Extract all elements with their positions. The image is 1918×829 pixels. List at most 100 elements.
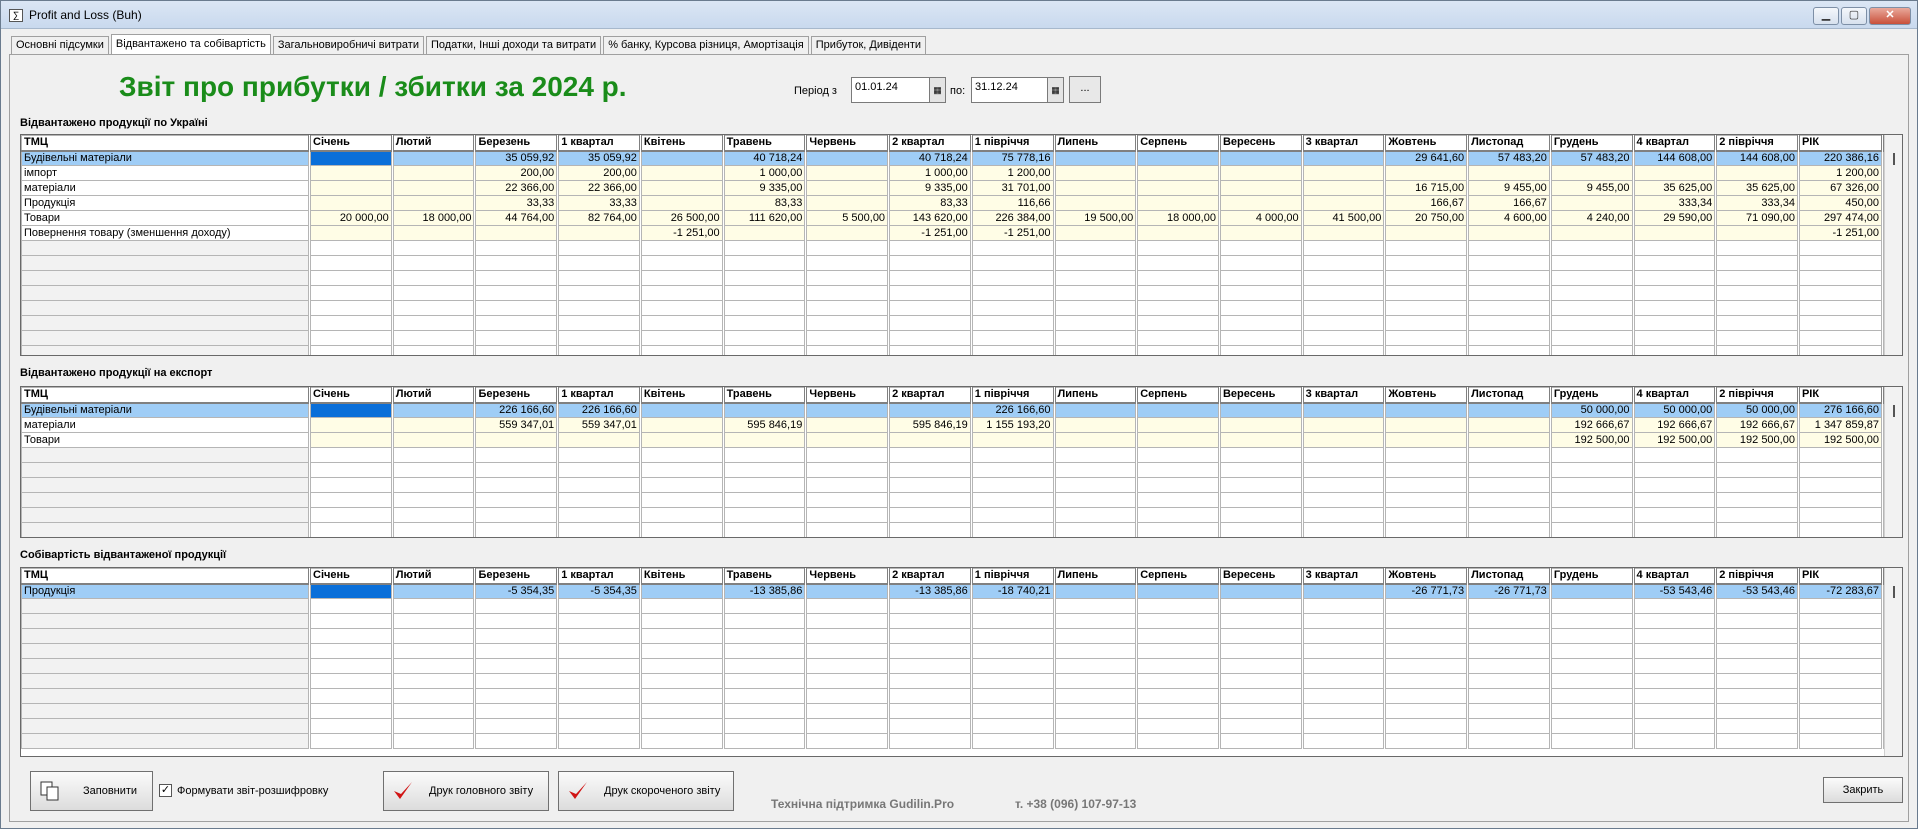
table-cell[interactable] (639, 432, 725, 448)
table-cell[interactable] (557, 477, 642, 493)
vertical-scrollbar[interactable] (1884, 387, 1902, 537)
column-header[interactable]: Квітень (639, 387, 725, 404)
table-cell[interactable]: 4 000,00 (1218, 210, 1304, 226)
column-header[interactable]: Лютий (391, 387, 477, 404)
table-cell[interactable] (309, 315, 394, 331)
table-cell[interactable] (1218, 703, 1304, 719)
table-cell[interactable] (805, 255, 891, 271)
table-cell[interactable] (1632, 315, 1718, 331)
table-cell[interactable] (1136, 300, 1221, 316)
table-cell[interactable] (1218, 165, 1304, 181)
table-cell[interactable] (1301, 345, 1387, 355)
table-cell[interactable] (722, 240, 808, 256)
column-header[interactable]: Березень (474, 387, 560, 404)
table-cell[interactable] (1467, 432, 1552, 448)
table-cell[interactable] (1218, 417, 1304, 433)
table-cell[interactable] (1797, 270, 1885, 286)
table-cell[interactable] (1301, 492, 1387, 508)
table-cell[interactable]: 40 718,24 (722, 150, 808, 166)
table-cell[interactable] (21, 718, 312, 734)
table-cell[interactable] (639, 628, 725, 644)
table-cell[interactable] (557, 733, 642, 749)
table-cell[interactable] (639, 643, 725, 659)
table-cell[interactable] (1218, 628, 1304, 644)
table-row[interactable]: матеріали 22 366,00 22 366,00 9 335,00 9 335… (21, 180, 1885, 196)
table-cell[interactable] (970, 255, 1056, 271)
empty-row[interactable] (21, 330, 1885, 346)
table-cell[interactable] (639, 195, 725, 211)
table-cell[interactable] (722, 225, 808, 241)
table-cell[interactable] (970, 330, 1056, 346)
table-cell[interactable] (1549, 703, 1635, 719)
table-cell[interactable] (805, 270, 891, 286)
table-cell[interactable] (1301, 432, 1387, 448)
table-cell[interactable] (1632, 285, 1718, 301)
row-label[interactable]: Будівельні матеріали (21, 150, 312, 166)
table-cell[interactable] (1467, 402, 1552, 418)
table-cell[interactable] (722, 300, 808, 316)
maximize-icon[interactable]: ▢ (1841, 7, 1867, 25)
table-cell[interactable] (888, 688, 973, 704)
table-cell[interactable] (722, 613, 808, 629)
table-cell[interactable] (1467, 703, 1552, 719)
table-cell[interactable] (1053, 613, 1139, 629)
table-cell[interactable] (1715, 643, 1800, 659)
table-cell[interactable] (888, 643, 973, 659)
table-cell[interactable] (1467, 165, 1552, 181)
table-cell[interactable] (391, 195, 477, 211)
column-header[interactable]: Січень (309, 135, 394, 152)
table-cell[interactable] (639, 315, 725, 331)
table-cell[interactable] (639, 462, 725, 478)
empty-row[interactable] (21, 507, 1885, 523)
column-header[interactable]: 1 квартал (557, 387, 642, 404)
empty-row[interactable] (21, 345, 1885, 355)
table-cell[interactable] (1632, 492, 1718, 508)
table-cell[interactable] (888, 628, 973, 644)
table-cell[interactable] (805, 628, 891, 644)
table-cell[interactable] (309, 255, 394, 271)
table-cell[interactable]: 9 455,00 (1549, 180, 1635, 196)
table-cell[interactable] (309, 225, 394, 241)
table-cell[interactable] (970, 658, 1056, 674)
table-cell[interactable]: -13 385,86 (722, 583, 808, 599)
table-cell[interactable] (1797, 507, 1885, 523)
table-cell[interactable] (309, 658, 394, 674)
table-cell[interactable] (1549, 522, 1635, 537)
table-cell[interactable] (1384, 315, 1470, 331)
table-cell[interactable] (888, 330, 973, 346)
table-cell[interactable] (722, 492, 808, 508)
table-cell[interactable]: 44 764,00 (474, 210, 560, 226)
table-cell[interactable] (1053, 195, 1139, 211)
column-header[interactable]: Жовтень (1384, 568, 1470, 585)
table-cell[interactable] (474, 345, 560, 355)
table-cell[interactable] (722, 522, 808, 537)
empty-row[interactable] (21, 300, 1885, 316)
table-cell[interactable] (1467, 628, 1552, 644)
empty-row[interactable] (21, 688, 1885, 704)
table-cell[interactable] (21, 598, 312, 614)
table-cell[interactable] (309, 150, 394, 166)
table-cell[interactable]: -5 354,35 (557, 583, 642, 599)
column-header[interactable]: 1 квартал (557, 135, 642, 152)
table-cell[interactable] (1301, 447, 1387, 463)
table-cell[interactable] (557, 462, 642, 478)
table-cell[interactable]: 75 778,16 (970, 150, 1056, 166)
empty-row[interactable] (21, 492, 1885, 508)
close-button[interactable]: Закрить (1823, 777, 1903, 803)
table-cell[interactable] (722, 507, 808, 523)
table-cell[interactable] (1218, 225, 1304, 241)
table-cell[interactable] (970, 270, 1056, 286)
table-cell[interactable] (1384, 733, 1470, 749)
table-cell[interactable] (1715, 598, 1800, 614)
table-cell[interactable] (1715, 703, 1800, 719)
table-cell[interactable] (1301, 658, 1387, 674)
table-cell[interactable]: 50 000,00 (1549, 402, 1635, 418)
table-cell[interactable]: 31 701,00 (970, 180, 1056, 196)
table-cell[interactable] (970, 507, 1056, 523)
table-cell[interactable] (1218, 345, 1304, 355)
table-cell[interactable]: 35 059,92 (474, 150, 560, 166)
table-cell[interactable] (1467, 300, 1552, 316)
table-cell[interactable] (1218, 522, 1304, 537)
table-cell[interactable] (805, 583, 891, 599)
table-cell[interactable]: 40 718,24 (888, 150, 973, 166)
